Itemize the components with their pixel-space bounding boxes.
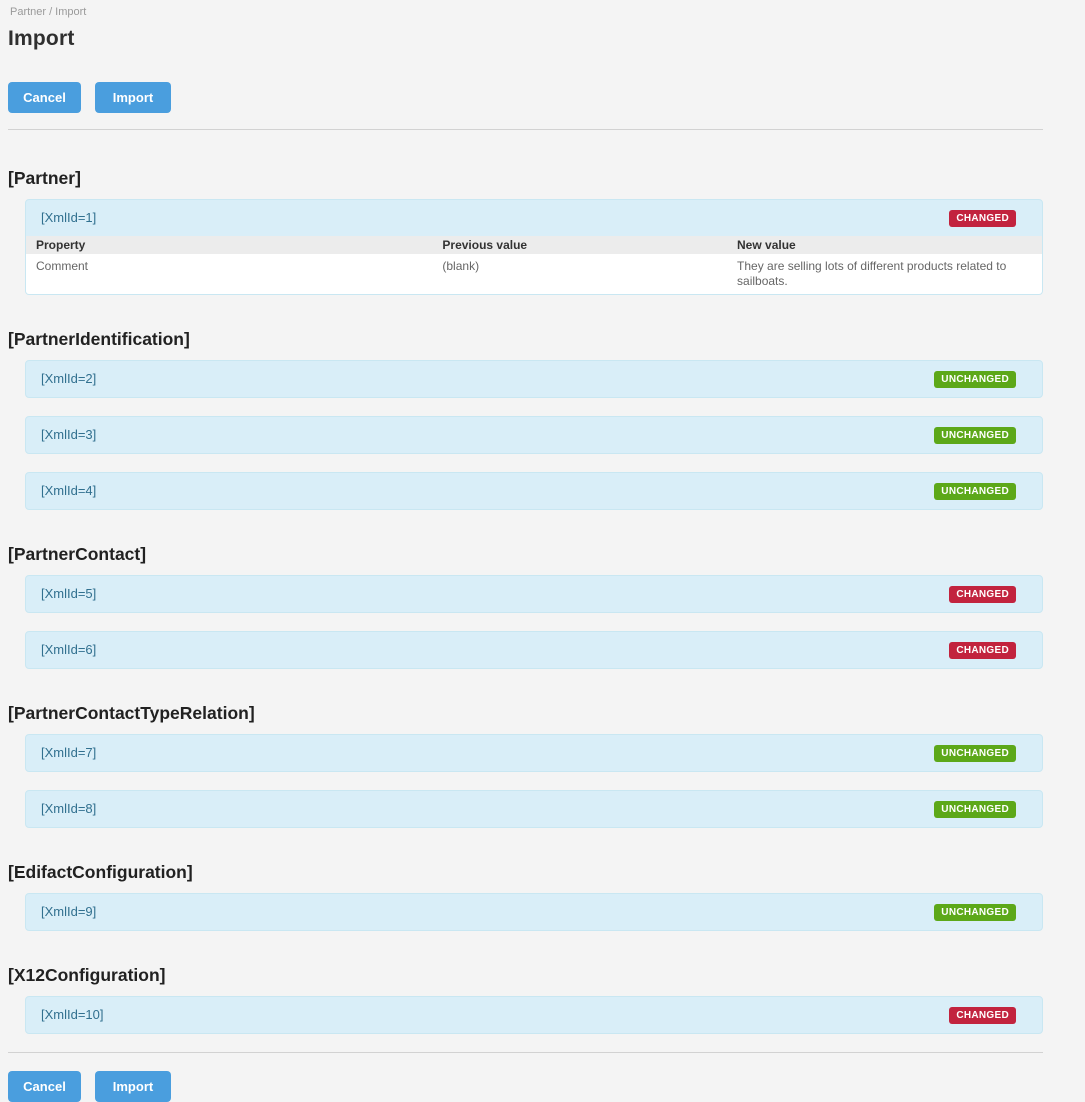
- section-partnercontacttyperelation: [PartnerContactTypeRelation] [XmlId=7] U…: [8, 702, 1043, 828]
- status-badge: UNCHANGED: [934, 371, 1016, 388]
- entity-card-header[interactable]: [XmlId=7] UNCHANGED: [26, 735, 1042, 771]
- entity-card: [XmlId=10] CHANGED: [25, 996, 1043, 1034]
- section-partneridentification: [PartnerIdentification] [XmlId=2] UNCHAN…: [8, 328, 1043, 510]
- section-edifactconfiguration: [EdifactConfiguration] [XmlId=9] UNCHANG…: [8, 861, 1043, 931]
- entity-card-header[interactable]: [XmlId=6] CHANGED: [26, 632, 1042, 668]
- section-title: [Partner]: [8, 167, 1043, 189]
- section-title: [PartnerIdentification]: [8, 328, 1043, 350]
- change-row: Comment(blank)They are selling lots of d…: [26, 254, 1042, 294]
- import-page: Partner/Import Import Cancel Import [Par…: [0, 0, 1085, 1102]
- entity-card-header[interactable]: [XmlId=4] UNCHANGED: [26, 473, 1042, 509]
- status-badge: CHANGED: [949, 210, 1016, 227]
- table-header-row: PropertyPrevious valueNew value: [26, 236, 1042, 254]
- section-title: [X12Configuration]: [8, 964, 1043, 986]
- breadcrumb-item-import: Import: [55, 6, 86, 18]
- section-partnercontact: [PartnerContact] [XmlId=5] CHANGED [XmlI…: [8, 543, 1043, 669]
- new-value-cell: They are selling lots of different produ…: [727, 254, 1042, 294]
- entity-card: [XmlId=7] UNCHANGED: [25, 734, 1043, 772]
- entity-card: [XmlId=6] CHANGED: [25, 631, 1043, 669]
- entity-card-header[interactable]: [XmlId=2] UNCHANGED: [26, 361, 1042, 397]
- column-header: New value: [727, 236, 1042, 254]
- breadcrumb: Partner/Import: [8, 6, 1043, 18]
- import-button[interactable]: Import: [95, 82, 171, 113]
- top-action-bar: Cancel Import: [8, 82, 1043, 113]
- status-badge: CHANGED: [949, 1007, 1016, 1024]
- page-title: Import: [8, 27, 1043, 51]
- column-header: Property: [26, 236, 432, 254]
- status-badge: UNCHANGED: [934, 801, 1016, 818]
- cancel-button[interactable]: Cancel: [8, 1071, 81, 1102]
- property-cell: Comment: [26, 254, 432, 294]
- entity-card: [XmlId=3] UNCHANGED: [25, 416, 1043, 454]
- section-title: [PartnerContactTypeRelation]: [8, 702, 1043, 724]
- entity-card-header[interactable]: [XmlId=10] CHANGED: [26, 997, 1042, 1033]
- status-badge: UNCHANGED: [934, 904, 1016, 921]
- section-x12configuration: [X12Configuration] [XmlId=10] CHANGED: [8, 964, 1043, 1034]
- entity-id-label: [XmlId=5]: [41, 585, 96, 603]
- breadcrumb-item-partner[interactable]: Partner: [10, 6, 46, 18]
- entity-id-label: [XmlId=1]: [41, 209, 96, 227]
- changes-table: PropertyPrevious valueNew value Comment(…: [26, 236, 1042, 294]
- status-badge: UNCHANGED: [934, 745, 1016, 762]
- status-badge: UNCHANGED: [934, 483, 1016, 500]
- bottom-action-bar: Cancel Import: [8, 1071, 1043, 1102]
- card-list: [XmlId=7] UNCHANGED [XmlId=8] UNCHANGED: [25, 734, 1043, 828]
- card-list: [XmlId=5] CHANGED [XmlId=6] CHANGED: [25, 575, 1043, 669]
- entity-id-label: [XmlId=10]: [41, 1006, 104, 1024]
- status-badge: CHANGED: [949, 586, 1016, 603]
- card-list: [XmlId=10] CHANGED: [25, 996, 1043, 1034]
- entity-id-label: [XmlId=3]: [41, 426, 96, 444]
- entity-card-header[interactable]: [XmlId=1] CHANGED: [26, 200, 1042, 236]
- sections: [Partner] [XmlId=1] CHANGED PropertyPrev…: [8, 167, 1043, 1034]
- status-badge: CHANGED: [949, 642, 1016, 659]
- previous-value-cell: (blank): [432, 254, 727, 294]
- cancel-button[interactable]: Cancel: [8, 82, 81, 113]
- entity-card: [XmlId=4] UNCHANGED: [25, 472, 1043, 510]
- import-button[interactable]: Import: [95, 1071, 171, 1102]
- entity-card-header[interactable]: [XmlId=3] UNCHANGED: [26, 417, 1042, 453]
- entity-id-label: [XmlId=4]: [41, 482, 96, 500]
- entity-card-header[interactable]: [XmlId=9] UNCHANGED: [26, 894, 1042, 930]
- divider: [8, 129, 1043, 130]
- status-badge: UNCHANGED: [934, 427, 1016, 444]
- entity-id-label: [XmlId=9]: [41, 903, 96, 921]
- section-title: [PartnerContact]: [8, 543, 1043, 565]
- entity-card: [XmlId=9] UNCHANGED: [25, 893, 1043, 931]
- breadcrumb-separator: /: [49, 6, 52, 18]
- divider: [8, 1052, 1043, 1053]
- entity-card: [XmlId=1] CHANGED PropertyPrevious value…: [25, 199, 1043, 295]
- section-partner: [Partner] [XmlId=1] CHANGED PropertyPrev…: [8, 167, 1043, 295]
- card-list: [XmlId=9] UNCHANGED: [25, 893, 1043, 931]
- card-list: [XmlId=2] UNCHANGED [XmlId=3] UNCHANGED …: [25, 360, 1043, 510]
- entity-id-label: [XmlId=8]: [41, 800, 96, 818]
- entity-id-label: [XmlId=7]: [41, 744, 96, 762]
- section-title: [EdifactConfiguration]: [8, 861, 1043, 883]
- entity-card: [XmlId=2] UNCHANGED: [25, 360, 1043, 398]
- column-header: Previous value: [432, 236, 727, 254]
- entity-id-label: [XmlId=2]: [41, 370, 96, 388]
- card-list: [XmlId=1] CHANGED PropertyPrevious value…: [25, 199, 1043, 295]
- entity-card: [XmlId=5] CHANGED: [25, 575, 1043, 613]
- entity-card: [XmlId=8] UNCHANGED: [25, 790, 1043, 828]
- entity-card-header[interactable]: [XmlId=5] CHANGED: [26, 576, 1042, 612]
- entity-id-label: [XmlId=6]: [41, 641, 96, 659]
- entity-card-header[interactable]: [XmlId=8] UNCHANGED: [26, 791, 1042, 827]
